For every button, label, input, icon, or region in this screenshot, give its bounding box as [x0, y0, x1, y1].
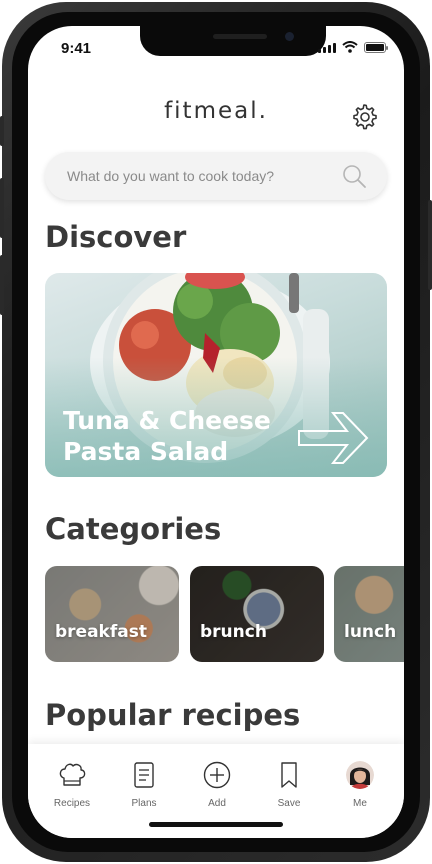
- speaker: [213, 34, 267, 39]
- search-input[interactable]: [67, 152, 327, 200]
- document-icon: [134, 762, 154, 788]
- plus-circle-icon: [203, 761, 231, 789]
- tab-label: Me: [353, 798, 367, 809]
- featured-title-line2: Pasta Salad: [63, 437, 229, 466]
- category-lunch[interactable]: lunch: [334, 566, 404, 662]
- app-screen: 9:41 fitmeal. Discover: [28, 26, 404, 838]
- side-button: [0, 116, 4, 146]
- side-button: [0, 178, 4, 238]
- category-label: lunch: [344, 622, 397, 642]
- tab-label: Plans: [131, 798, 157, 809]
- wifi-icon: [342, 41, 358, 53]
- featured-title-line1: Tuna & Cheese: [63, 406, 271, 435]
- featured-recipe-title: Tuna & Cheese Pasta Salad: [63, 405, 303, 467]
- category-label: breakfast: [55, 622, 147, 642]
- notch: [140, 26, 326, 56]
- camera: [285, 32, 294, 41]
- side-button: [0, 255, 4, 315]
- tab-label: Add: [208, 798, 226, 809]
- arrow-right-icon[interactable]: [297, 405, 371, 471]
- gear-icon[interactable]: [350, 102, 378, 130]
- avatar: [346, 761, 374, 789]
- popular-recipes-heading: Popular recipes: [45, 698, 301, 732]
- categories-carousel: breakfast brunch lunch: [45, 566, 404, 664]
- battery-icon: [364, 42, 388, 53]
- category-breakfast[interactable]: breakfast: [45, 566, 179, 662]
- chef-hat-icon: [59, 763, 86, 786]
- tab-add[interactable]: Add: [181, 760, 253, 809]
- search-bar: [45, 152, 387, 200]
- status-icons: [318, 41, 388, 53]
- tab-label: Recipes: [53, 798, 91, 809]
- tab-label: Save: [277, 798, 301, 809]
- category-label: brunch: [200, 622, 267, 642]
- search-icon[interactable]: [341, 163, 367, 189]
- tab-me[interactable]: Me: [324, 760, 396, 809]
- status-time: 9:41: [61, 40, 92, 57]
- categories-heading: Categories: [45, 512, 222, 546]
- home-indicator: [149, 822, 283, 827]
- category-brunch[interactable]: brunch: [190, 566, 324, 662]
- featured-recipe-card[interactable]: Tuna & Cheese Pasta Salad: [45, 273, 387, 477]
- discover-heading: Discover: [45, 220, 187, 254]
- signal-icon: [318, 43, 336, 53]
- app-logo: fitmeal.: [164, 98, 268, 124]
- side-button: [428, 200, 432, 290]
- tab-recipes[interactable]: Recipes: [36, 760, 108, 809]
- tab-save[interactable]: Save: [253, 760, 325, 809]
- bookmark-icon: [281, 762, 297, 788]
- tab-plans[interactable]: Plans: [108, 760, 180, 809]
